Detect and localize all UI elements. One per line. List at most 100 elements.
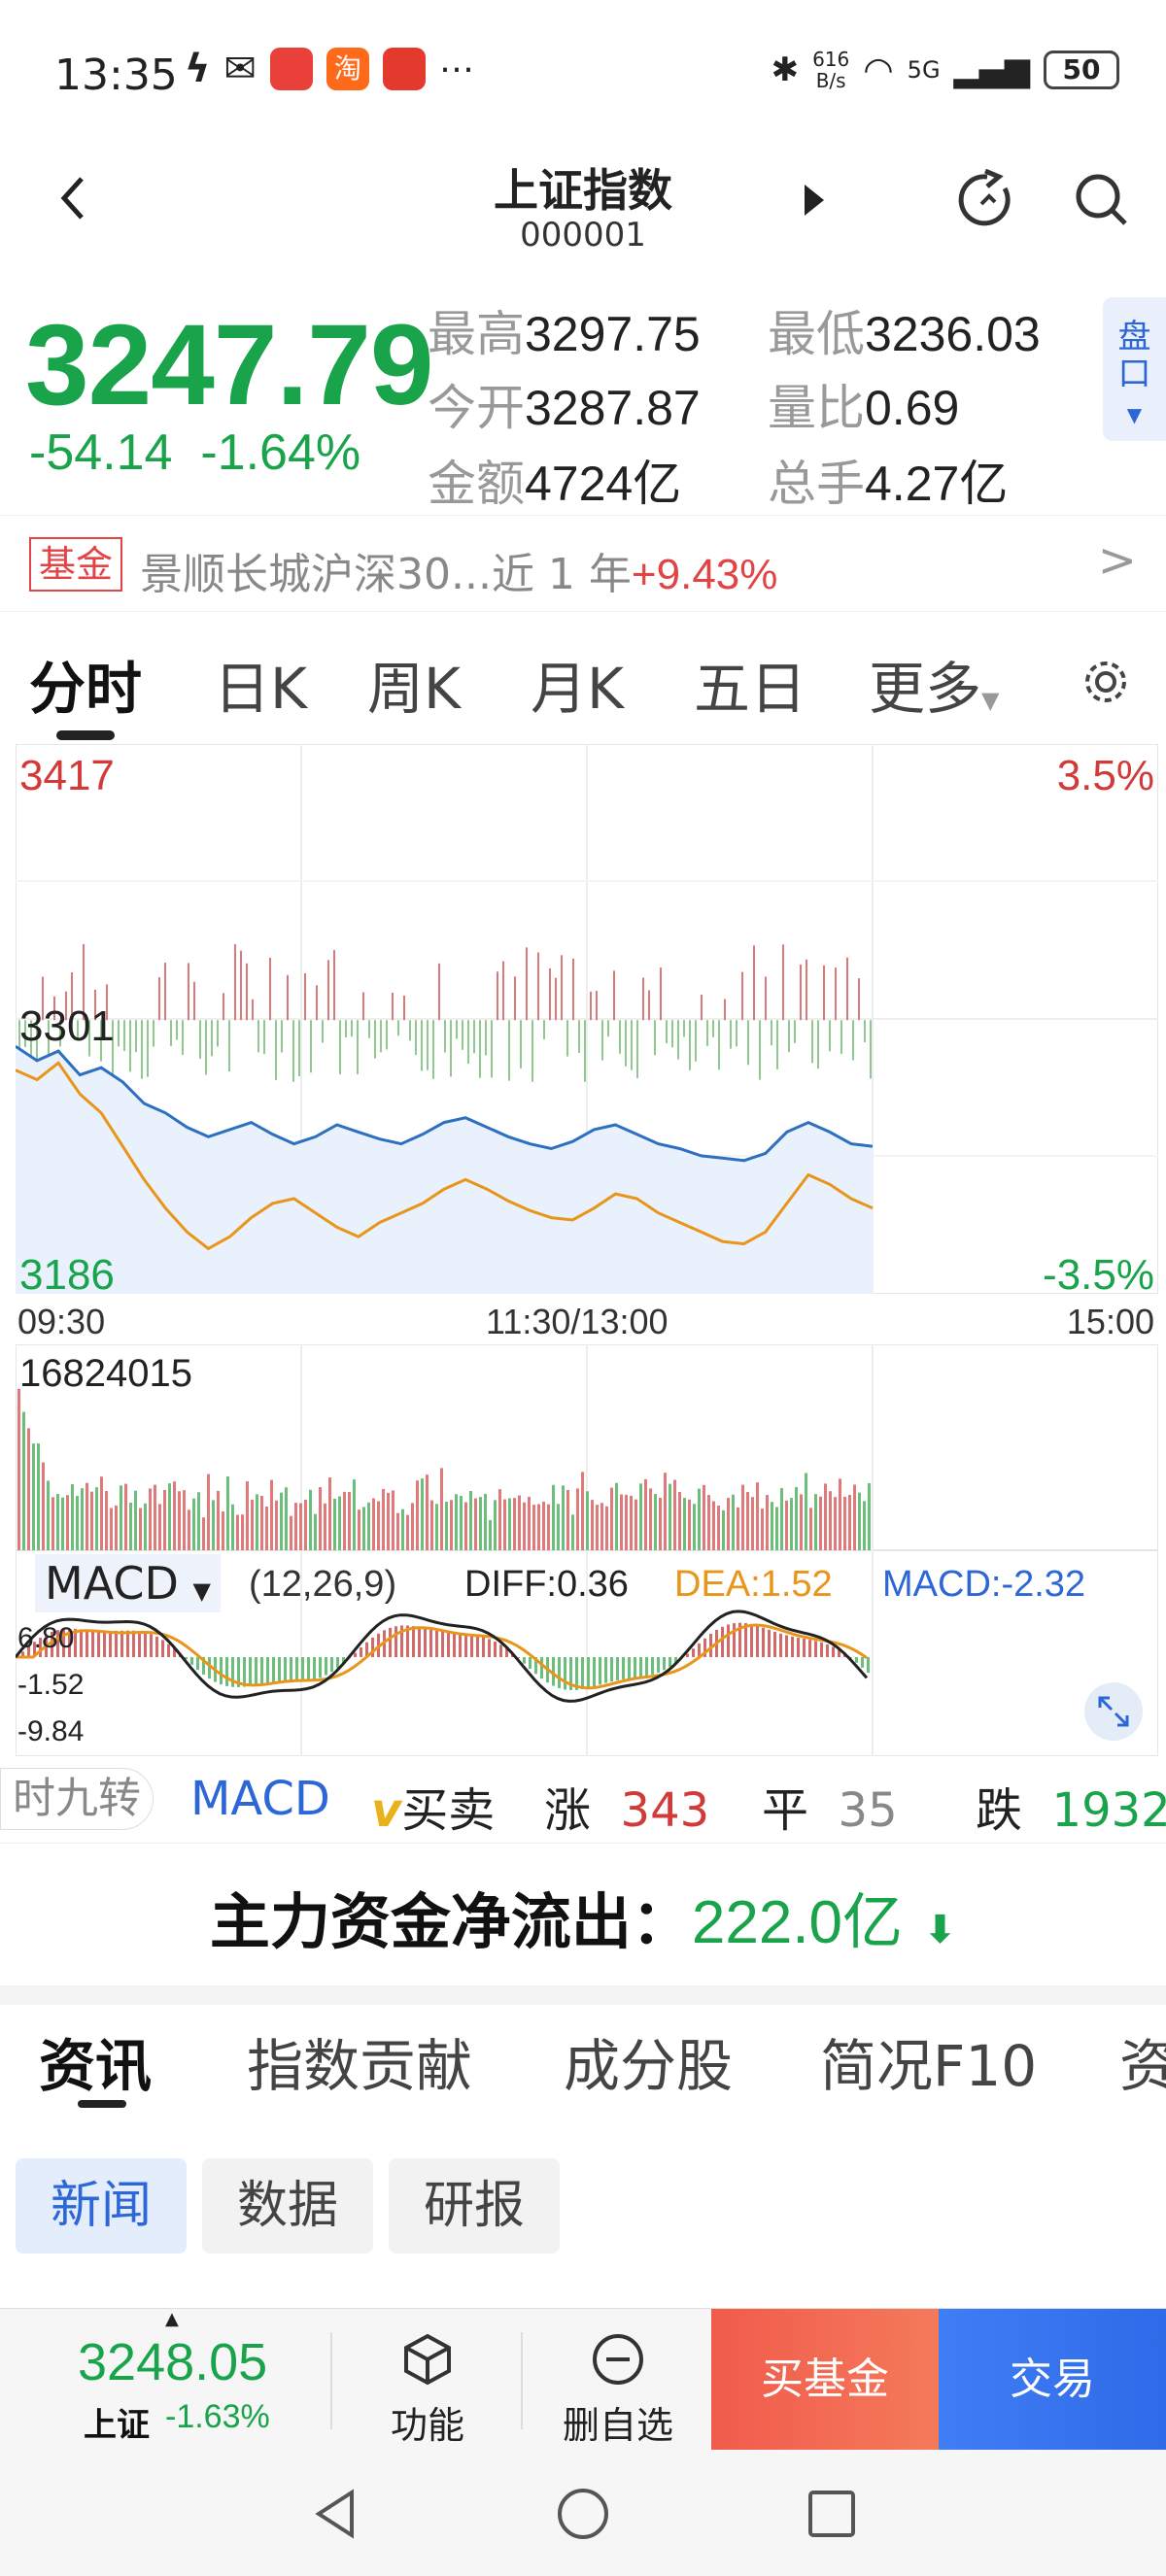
macd-bar (663, 1657, 666, 1671)
function-button[interactable]: 功能 (350, 2309, 505, 2451)
macd-bar (196, 1657, 199, 1671)
search-button[interactable] (1073, 171, 1131, 233)
capital-flow[interactable]: 主力资金净流出：222.0亿 ⬇ (0, 1873, 1166, 1960)
buy-fund-button[interactable]: 买基金 (711, 2309, 939, 2451)
macd-bar (529, 1657, 532, 1670)
macd-bar (791, 1636, 794, 1657)
volume-bar (236, 1514, 239, 1550)
nav-recent-icon[interactable] (803, 2485, 861, 2543)
remove-watchlist-button[interactable]: 删自选 (540, 2309, 696, 2451)
nav-home-icon[interactable] (554, 2485, 612, 2543)
signal-label: 5G (907, 56, 941, 84)
app-character-icon (382, 48, 426, 90)
tab-more-news[interactable]: 资 (1119, 2020, 1166, 2102)
bottom-divider (521, 2332, 523, 2429)
macd-bar (610, 1657, 613, 1682)
volume-bar (285, 1487, 288, 1550)
macd-bar (429, 1629, 432, 1657)
chip-research[interactable]: 研报 (389, 2158, 560, 2254)
next-stock-button[interactable] (799, 181, 828, 223)
volume-bar (489, 1519, 492, 1550)
indicator-buysell[interactable]: v买卖 (371, 1772, 495, 1840)
macd-bar (733, 1623, 736, 1657)
volume-bar (586, 1491, 589, 1550)
tab-intraday[interactable]: 分时 (29, 643, 142, 725)
volume-bar (848, 1494, 851, 1550)
volume-bar (518, 1495, 521, 1550)
indicator-macd[interactable]: MACD (190, 1772, 330, 1826)
volume-bar (338, 1496, 341, 1550)
time-start: 09:30 (17, 1302, 106, 1341)
refresh-button[interactable] (956, 168, 1018, 235)
tab-weekly-k[interactable]: 周K (367, 643, 461, 725)
intraday-chart[interactable] (16, 744, 1158, 1294)
volume-bar (406, 1514, 409, 1550)
macd-bar (424, 1628, 427, 1657)
chart-settings-button[interactable] (1080, 657, 1131, 711)
tab-index-contribution[interactable]: 指数贡献 (247, 2020, 472, 2102)
macd-bar (785, 1635, 788, 1657)
fund-banner[interactable]: 基金 景顺长城沪深30...近 1 年+9.43% > (0, 515, 1166, 612)
tab-five-day[interactable]: 五日 (694, 643, 806, 725)
tab-monthly-k[interactable]: 月K (531, 643, 624, 725)
taobao-icon: 淘 (326, 48, 369, 90)
macd-bar (190, 1657, 193, 1665)
volume-bar (508, 1498, 511, 1550)
tab-daily-k[interactable]: 日K (214, 643, 307, 725)
volume-bar (396, 1512, 399, 1550)
pankou-button[interactable]: 盘口 ▼ (1103, 297, 1166, 441)
volume-bar (620, 1494, 623, 1550)
chip-data[interactable]: 数据 (202, 2158, 373, 2254)
macd-bar (295, 1657, 298, 1682)
tab-f10[interactable]: 简况F10 (820, 2020, 1037, 2102)
volume-bar (435, 1504, 438, 1550)
indicator-nine-turn[interactable]: 时九转 (0, 1768, 154, 1830)
macd-bar (464, 1634, 467, 1657)
macd-bar (826, 1644, 829, 1657)
volume-bar (805, 1473, 807, 1550)
tab-news[interactable]: 资讯 (39, 2020, 152, 2102)
volume-bar (309, 1489, 312, 1550)
macd-selector[interactable]: MACD ▼ (35, 1554, 221, 1612)
macd-bar (394, 1626, 397, 1657)
volume-bar (809, 1508, 812, 1550)
y-axis-max: 3417 (19, 752, 115, 799)
trade-button[interactable]: 交易 (939, 2309, 1166, 2451)
macd-bar (814, 1641, 817, 1657)
macd-bar (80, 1629, 83, 1657)
macd-bar (604, 1657, 607, 1683)
index-change: -54.14 -1.64% (29, 424, 361, 481)
tab-constituents[interactable]: 成分股 (564, 2020, 733, 2102)
volume-bar (377, 1501, 380, 1550)
tab-more[interactable]: 更多▼ (869, 643, 999, 725)
volume-bar (207, 1474, 210, 1550)
volume-bar (557, 1504, 560, 1550)
macd-bar (126, 1630, 129, 1657)
volume-bar (22, 1411, 25, 1550)
volume-bar (260, 1495, 263, 1550)
macd-bar (220, 1657, 223, 1685)
volume-bar (552, 1484, 555, 1550)
expand-icon (1098, 1696, 1129, 1727)
macd-bar (138, 1631, 141, 1657)
volume-bar (756, 1482, 759, 1550)
macd-bar (167, 1644, 170, 1657)
macd-bar (290, 1657, 292, 1682)
volume-bar (703, 1484, 705, 1550)
time-mid: 11:30/13:00 (486, 1302, 669, 1341)
volume-bar (654, 1494, 657, 1550)
chip-news[interactable]: 新闻 (16, 2158, 187, 2254)
macd-bar (855, 1657, 858, 1663)
volume-bar (669, 1483, 671, 1550)
macd-bar (447, 1632, 450, 1657)
search-icon (1076, 174, 1127, 225)
volume-bar (741, 1484, 744, 1550)
volume-bar (780, 1487, 783, 1550)
macd-bar (243, 1657, 246, 1687)
pct-axis-min: -3.5% (1043, 1251, 1154, 1299)
fullscreen-button[interactable] (1084, 1682, 1143, 1741)
macd-value: MACD:-2.32 (882, 1564, 1086, 1605)
volume-bar (678, 1491, 681, 1550)
macd-bar (278, 1657, 281, 1683)
nav-back-icon[interactable] (307, 2485, 365, 2543)
